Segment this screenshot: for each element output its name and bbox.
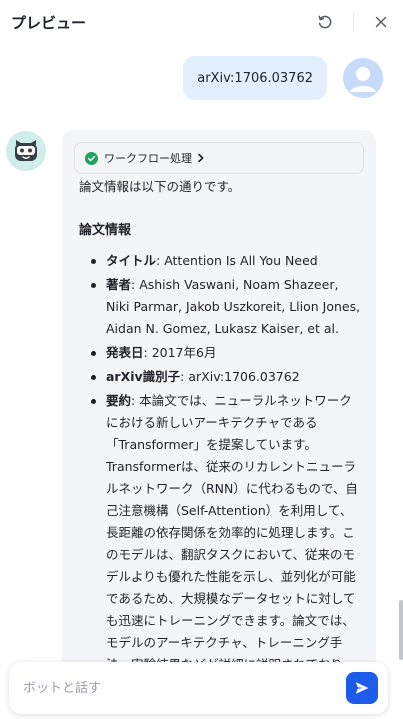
user-avatar: [343, 58, 383, 98]
list-item-value: : 2017年6月: [143, 345, 217, 360]
list-item-value: : arXiv:1706.03762: [180, 369, 300, 384]
check-circle-icon: [85, 151, 98, 165]
list-item-label: 発表日: [106, 345, 144, 360]
bot-avatar: [6, 131, 46, 171]
section-heading: 論文情報: [79, 223, 132, 238]
list-item: 著者: Ashish Vaswani, Noam Shazeer, Niki P…: [79, 274, 364, 340]
message-input[interactable]: [23, 680, 346, 696]
header: プレビュー: [0, 0, 403, 44]
bot-message-bubble: ワークフロー処理 論文情報は以下の通りです。 論文情報 タイトル: Attent…: [62, 130, 376, 690]
chevron-right-icon: [198, 153, 204, 163]
user-message-bubble[interactable]: arXiv:1706.03762: [183, 56, 327, 100]
list-item: arXiv識別子: arXiv:1706.03762: [79, 366, 364, 388]
restart-button[interactable]: [315, 12, 335, 32]
workflow-label: ワークフロー処理: [104, 152, 192, 165]
list-item-value: : Ashish Vaswani, Noam Shazeer, Niki Par…: [106, 277, 361, 336]
user-message: arXiv:1706.03762: [183, 56, 383, 100]
list-item-label: 要約: [106, 393, 132, 408]
close-button[interactable]: [371, 12, 391, 32]
message-composer: [9, 662, 388, 714]
send-button[interactable]: [346, 672, 378, 704]
list-item: 要約: 本論文では、ニューラルネットワークにおける新しいアーキテクチャである「T…: [79, 390, 364, 690]
list-item: 発表日: 2017年6月: [79, 342, 364, 364]
paper-info-list: タイトル: Attention Is All You Need 著者: Ashi…: [79, 250, 364, 690]
header-actions: [315, 12, 391, 32]
user-avatar-icon: [343, 58, 383, 98]
list-item-value: : Attention Is All You Need: [156, 253, 318, 268]
restart-icon: [318, 15, 332, 29]
header-divider: [353, 13, 354, 31]
list-item-value: : 本論文では、ニューラルネットワークにおける新しいアーキテクチャである「Tra…: [106, 393, 358, 690]
workflow-chip[interactable]: ワークフロー処理: [74, 142, 364, 174]
intro-text: 論文情報は以下の通りです。: [79, 179, 241, 194]
bot-avatar-icon: [6, 131, 46, 171]
list-item: タイトル: Attention Is All You Need: [79, 250, 364, 272]
page-title: プレビュー: [11, 13, 87, 32]
list-item-label: 著者: [106, 277, 132, 292]
close-icon: [375, 16, 387, 28]
list-item-label: arXiv識別子: [106, 369, 181, 384]
list-item-label: タイトル: [106, 253, 157, 268]
send-icon: [356, 682, 369, 694]
scrollbar[interactable]: [399, 600, 403, 660]
